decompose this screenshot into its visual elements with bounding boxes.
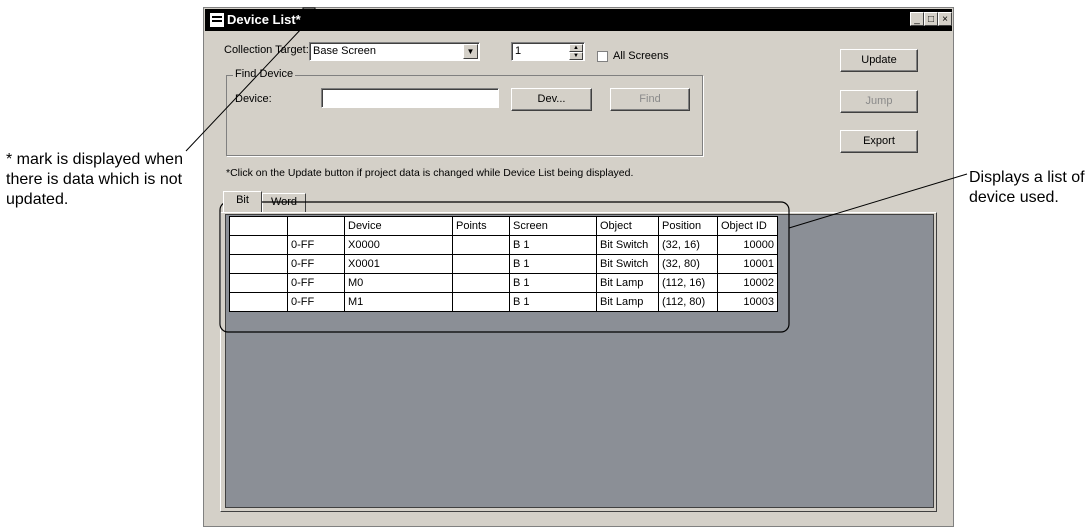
tab-bit[interactable]: Bit bbox=[223, 191, 262, 212]
callout-line-left bbox=[185, 26, 304, 152]
title-asterisk-highlight bbox=[302, 7, 316, 29]
callout-overlay bbox=[185, 7, 968, 333]
table-highlight bbox=[219, 201, 790, 333]
callout-line-right bbox=[788, 173, 968, 229]
